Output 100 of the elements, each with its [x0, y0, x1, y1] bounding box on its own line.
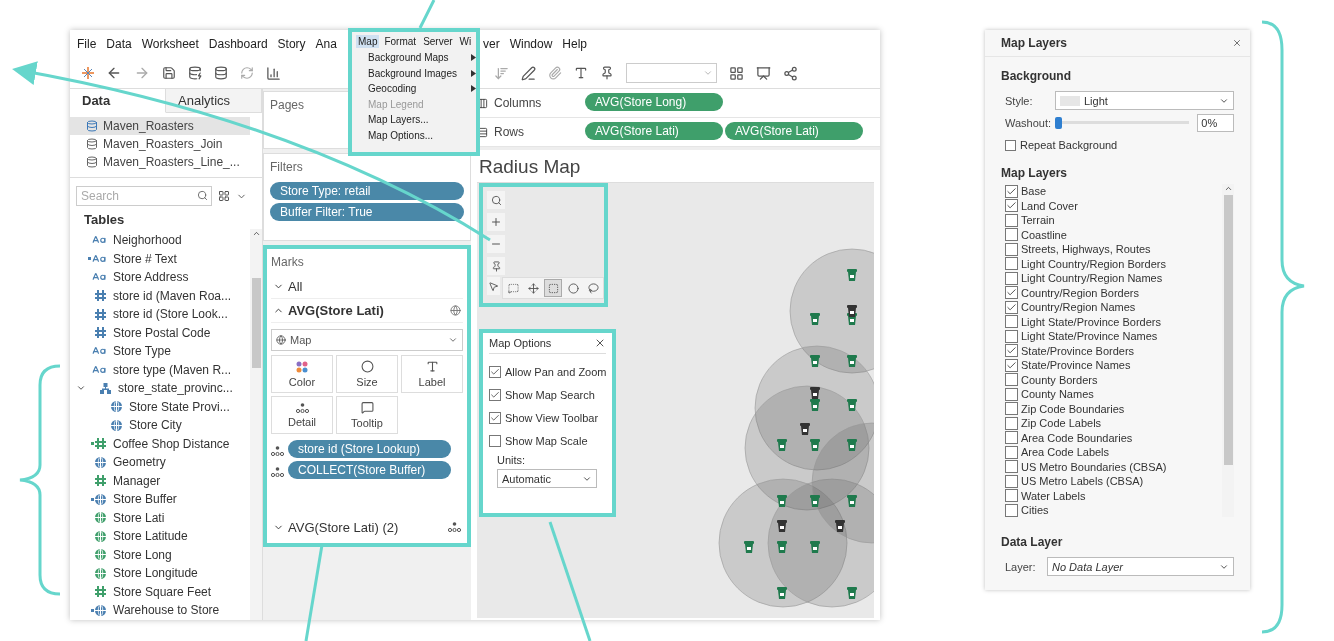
field-item[interactable]: Store Square Feet — [70, 582, 250, 601]
mark-type-dropdown[interactable]: Map — [271, 329, 463, 351]
scrollbar[interactable] — [1222, 184, 1234, 517]
data-source-item[interactable]: Maven_Roasters_Join — [70, 135, 250, 153]
field-item[interactable]: Store Lati — [70, 508, 250, 527]
field-item[interactable]: Store City — [70, 416, 250, 435]
bar-chart-icon[interactable] — [266, 65, 281, 81]
scroll-up-icon[interactable] — [1223, 184, 1233, 193]
presentation-icon[interactable] — [756, 65, 771, 81]
search-icon[interactable] — [487, 191, 505, 209]
refresh-icon[interactable] — [240, 66, 254, 80]
share-icon[interactable] — [783, 65, 798, 81]
menu-item[interactable]: Story — [276, 37, 307, 51]
marks-layer-header[interactable]: All — [271, 275, 463, 299]
filter-pill[interactable]: Store Type: retail — [270, 182, 464, 200]
text-box-icon[interactable] — [574, 66, 588, 80]
pin-icon[interactable] — [487, 257, 505, 275]
mark-property-button[interactable]: Tooltip — [336, 396, 398, 434]
data-source-item[interactable]: Maven_Roasters_Line_... — [70, 153, 250, 171]
sort-icon[interactable] — [494, 65, 509, 81]
style-dropdown[interactable]: Light — [1055, 91, 1234, 110]
mark-property-button[interactable]: Color — [271, 355, 333, 393]
paperclip-icon[interactable] — [548, 66, 562, 80]
menu-item[interactable]: Worksheet — [140, 37, 200, 51]
scroll-thumb[interactable] — [251, 278, 261, 368]
pane-tab[interactable]: Analytics — [166, 89, 262, 113]
mark-property-button[interactable]: Label — [401, 355, 463, 393]
filter-pill[interactable]: Buffer Filter: True — [270, 203, 464, 221]
checkbox[interactable] — [1005, 373, 1018, 387]
checkbox[interactable] — [1005, 474, 1018, 488]
checkbox[interactable] — [1005, 286, 1018, 300]
menu-item[interactable]: Window — [508, 37, 554, 51]
checkbox[interactable] — [1005, 445, 1018, 459]
close-icon[interactable] — [1232, 38, 1242, 48]
field-item[interactable]: Store Buffer — [70, 490, 250, 509]
checkbox[interactable] — [1005, 344, 1018, 358]
sparkle-logo-icon[interactable] — [82, 67, 94, 79]
field-item[interactable]: Geometry — [70, 453, 250, 472]
mark-property-button[interactable]: Size — [336, 355, 398, 393]
field-item[interactable]: Store # Text — [70, 249, 250, 268]
menu-item[interactable]: ver — [482, 37, 501, 51]
marks-layer-header[interactable]: AVG(Store Lati) (2) — [271, 515, 463, 539]
checkbox[interactable] — [489, 388, 501, 401]
checkbox[interactable] — [1005, 503, 1018, 517]
menu-item[interactable]: Format — [382, 35, 419, 48]
menu-item[interactable]: Help — [561, 37, 589, 51]
slider-thumb[interactable] — [1055, 117, 1062, 129]
scrollbar[interactable] — [250, 229, 262, 620]
field-item[interactable]: store id (Maven Roa... — [70, 286, 250, 305]
field-item[interactable]: store_state_provinc... — [70, 379, 250, 398]
checkbox[interactable] — [489, 434, 501, 447]
checkbox[interactable] — [1005, 199, 1018, 213]
checkbox[interactable] — [1005, 402, 1018, 416]
save-icon[interactable] — [162, 66, 176, 80]
checkbox[interactable] — [1005, 271, 1018, 285]
pen-icon[interactable] — [521, 65, 536, 81]
field-item[interactable]: Manager — [70, 471, 250, 490]
field-item[interactable]: Store Long — [70, 545, 250, 564]
menu-item[interactable]: File — [76, 37, 98, 51]
dropdown-menu-item[interactable]: Background Maps — [368, 50, 476, 66]
pane-tab[interactable]: Data — [70, 89, 166, 113]
units-dropdown[interactable]: Automatic — [497, 469, 597, 488]
checkbox[interactable] — [1005, 139, 1016, 151]
checkbox[interactable] — [1005, 387, 1018, 401]
marks-layer-header[interactable]: AVG(Store Lati) — [271, 299, 463, 323]
scroll-thumb[interactable] — [1223, 195, 1233, 465]
dropdown-menu-item[interactable]: Background Images — [368, 65, 476, 81]
pointer-icon[interactable] — [487, 277, 500, 295]
field-pill[interactable]: COLLECT(Store Buffer) — [288, 461, 451, 479]
field-item[interactable]: Store State Provi... — [70, 397, 250, 416]
washout-field[interactable]: 0% — [1197, 114, 1234, 132]
grid-icon[interactable] — [729, 65, 744, 81]
zoom-out-icon[interactable] — [487, 235, 505, 253]
scroll-up-icon[interactable] — [251, 229, 261, 238]
field-pill[interactable]: store id (Store Lookup) — [288, 440, 451, 458]
checkbox[interactable] — [1005, 257, 1018, 271]
database-icon[interactable] — [214, 66, 228, 80]
checkbox[interactable] — [1005, 358, 1018, 372]
checkbox[interactable] — [1005, 329, 1018, 343]
pin-icon[interactable] — [600, 66, 614, 80]
data-source-item[interactable]: Maven_Roasters — [70, 117, 250, 135]
menu-item[interactable]: Dashboard — [207, 37, 269, 51]
field-item[interactable]: store id (Store Look... — [70, 305, 250, 324]
checkbox[interactable] — [1005, 213, 1018, 227]
menu-item[interactable]: Map — [356, 35, 380, 48]
menu-item[interactable]: Wi — [457, 35, 474, 48]
zoom-in-icon[interactable] — [487, 213, 505, 231]
field-item[interactable]: Store Latitude — [70, 527, 250, 546]
menu-item[interactable]: Data — [105, 37, 133, 51]
mark-property-button[interactable]: Detail — [271, 396, 333, 434]
checkbox[interactable] — [1005, 184, 1018, 198]
checkbox[interactable] — [1005, 489, 1018, 503]
field-item[interactable]: Store Postal Code — [70, 323, 250, 342]
checkbox[interactable] — [489, 411, 501, 424]
field-item[interactable]: Store Address — [70, 268, 250, 287]
layer-dropdown[interactable]: No Data Layer — [1047, 557, 1234, 576]
menu-item[interactable]: Server — [421, 35, 455, 48]
close-icon[interactable] — [594, 337, 606, 349]
back-arrow-icon[interactable] — [106, 65, 122, 81]
checkbox[interactable] — [1005, 300, 1018, 314]
